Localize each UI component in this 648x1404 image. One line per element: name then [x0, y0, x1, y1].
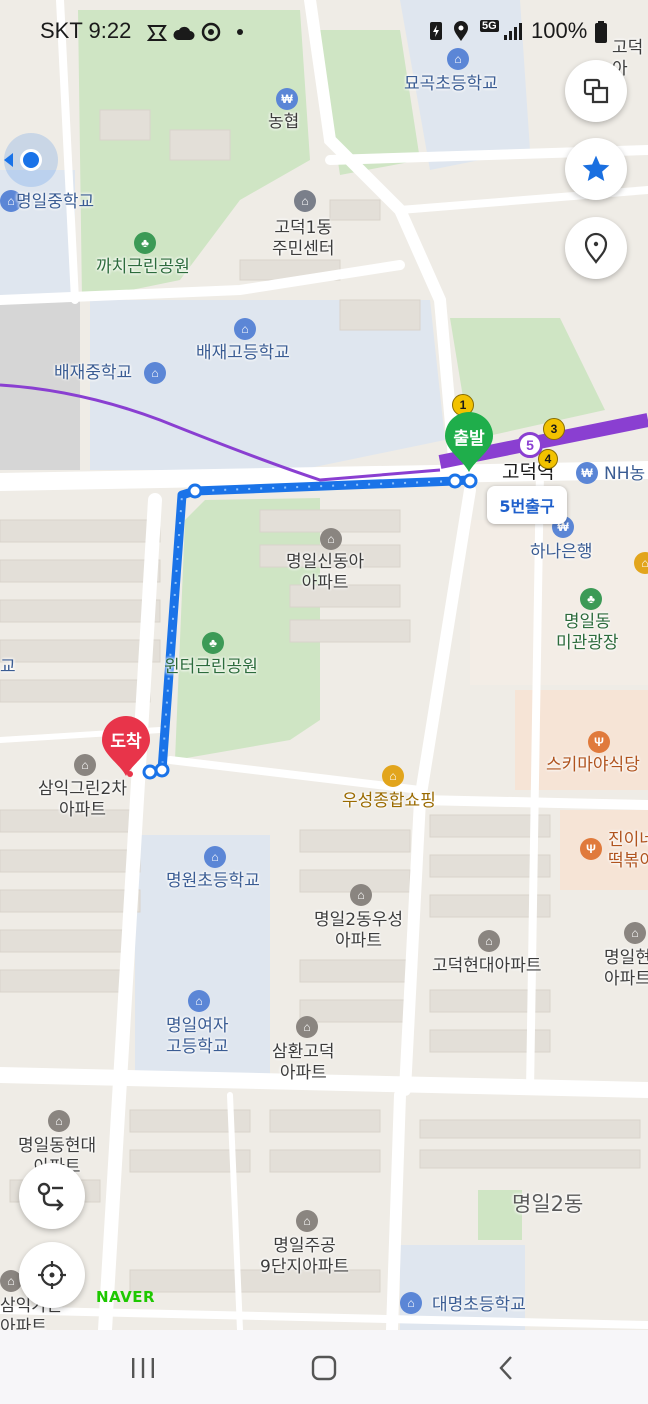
label-jugong-apt: 명일주공 9단지아파트 [260, 1236, 350, 1277]
label-nh-bank: NH농 [604, 464, 646, 484]
layers-icon [583, 78, 609, 104]
label-sindonga-apt: 명일신동아 아파트 [286, 552, 365, 593]
signal-icon [504, 23, 522, 40]
map-view[interactable]: ₩ ⌂ ⌂ ⌂ ♣ ⌂ ⌂ ₩ ₩ ⌂ ♣ ♣ ⌂ Ψ ⌂ Ψ ⌂ ⌂ ⌂ ⌂ … [0, 0, 648, 1330]
label-myeongil-hyundai-right: 명일현 아파트 [604, 948, 648, 989]
status-carrier-time: SKT 9:22 [40, 18, 132, 43]
star-icon [582, 155, 610, 181]
battery-percent: 100% [531, 18, 588, 43]
network-5g-icon: 5G [480, 20, 499, 32]
school-icon: ⌂ [204, 846, 226, 868]
label-edge-left: 교 [0, 657, 16, 677]
exit-4-badge: 4 [538, 449, 558, 469]
place-pin-button[interactable] [565, 217, 627, 279]
dnd-icon [146, 25, 168, 41]
cloud-icon [173, 26, 195, 40]
park-icon: ♣ [580, 588, 602, 610]
battery-icon [595, 21, 607, 43]
school-icon: ⌂ [144, 362, 166, 384]
apartment-icon: ⌂ [296, 1210, 318, 1232]
notification-dot-icon [237, 29, 243, 35]
school-icon: ⌂ [400, 1292, 422, 1314]
label-samhwan-apt: 삼환고덕 아파트 [272, 1042, 335, 1083]
label-hana-bank: 하나은행 [530, 542, 593, 562]
label-jini: 진이네 떡볶이 [608, 830, 648, 871]
apartment-icon: ⌂ [296, 1016, 318, 1038]
label-kkachi-park: 까치근린공원 [96, 257, 190, 277]
apartment-icon: ⌂ [624, 922, 646, 944]
label-district: 명일2동 [512, 1192, 584, 1216]
label-baejae-middle: 배재중학교 [54, 363, 133, 383]
label-daemyeong-elementary: 대명초등학교 [432, 1295, 526, 1315]
apartment-icon: ⌂ [478, 930, 500, 952]
bank-icon: ₩ [576, 462, 598, 484]
exit-5-tag[interactable]: 5번출구 [487, 486, 567, 524]
label-myeongil-plaza: 명일동 미관광장 [556, 612, 619, 653]
start-marker-label: 출발 [453, 429, 485, 449]
label-godeok-hyundai: 고덕현대아파트 [432, 956, 542, 976]
restaurant-icon: Ψ [580, 838, 602, 860]
label-girls-high: 명일여자 고등학교 [166, 1016, 229, 1057]
label-nonghyup: 농협 [268, 112, 300, 132]
naver-logo: NAVER [96, 1288, 156, 1306]
apartment-icon: ⌂ [48, 1110, 70, 1132]
bank-icon: ₩ [276, 88, 298, 110]
map-base [0, 0, 648, 1330]
home-button[interactable] [304, 1350, 344, 1386]
exit-3-badge: 3 [543, 418, 565, 440]
label-skimaya: 스키마야식당 [546, 755, 640, 775]
chrome-icon [201, 22, 221, 42]
apartment-icon: ⌂ [74, 754, 96, 776]
label-myogok-elementary: 묘곡초등학교 [404, 74, 498, 94]
park-icon: ♣ [202, 632, 224, 654]
label-woosung-apt: 명일2동우성 아파트 [314, 910, 404, 951]
label-winter-park: 윈터근린공원 [164, 657, 258, 677]
gps-button[interactable] [19, 1242, 85, 1308]
location-icon [454, 21, 468, 41]
end-marker-label: 도착 [110, 732, 142, 752]
location-pin-icon [584, 232, 608, 264]
park-icon: ♣ [134, 232, 156, 254]
back-button[interactable] [486, 1350, 526, 1386]
my-location-dot [4, 133, 58, 187]
navigation-bar [0, 1330, 648, 1404]
apartment-icon: ⌂ [350, 884, 372, 906]
label-woosung-shopping: 우성종합쇼핑 [342, 791, 436, 811]
restaurant-icon: Ψ [588, 731, 610, 753]
route-icon [37, 1182, 64, 1211]
label-myeongil-middle: 명일중학교 [16, 192, 95, 212]
gps-icon [38, 1261, 66, 1289]
label-godeok1-center: 고덕1동 주민센터 [272, 218, 335, 259]
public-office-icon: ⌂ [294, 190, 316, 212]
home-icon [311, 1355, 337, 1381]
school-icon: ⌂ [234, 318, 256, 340]
battery-saver-icon [430, 22, 442, 40]
label-baejae-high: 배재고등학교 [196, 343, 290, 363]
recent-apps-button[interactable] [123, 1350, 163, 1386]
recent-apps-icon [132, 1358, 154, 1378]
back-icon [499, 1356, 512, 1380]
apartment-icon: ⌂ [320, 528, 342, 550]
status-bar: SKT 9:22 5G 100% [0, 0, 648, 62]
label-samik-green-apt: 삼익그린2차 아파트 [38, 779, 128, 820]
layers-button[interactable] [565, 60, 627, 122]
line5-badge: 5 [517, 432, 543, 458]
shopping-icon: ⌂ [382, 765, 404, 787]
favorites-button[interactable] [565, 138, 627, 200]
route-button[interactable] [19, 1163, 85, 1229]
school-icon: ⌂ [188, 990, 210, 1012]
label-myeongwon-elementary: 명원초등학교 [166, 871, 260, 891]
